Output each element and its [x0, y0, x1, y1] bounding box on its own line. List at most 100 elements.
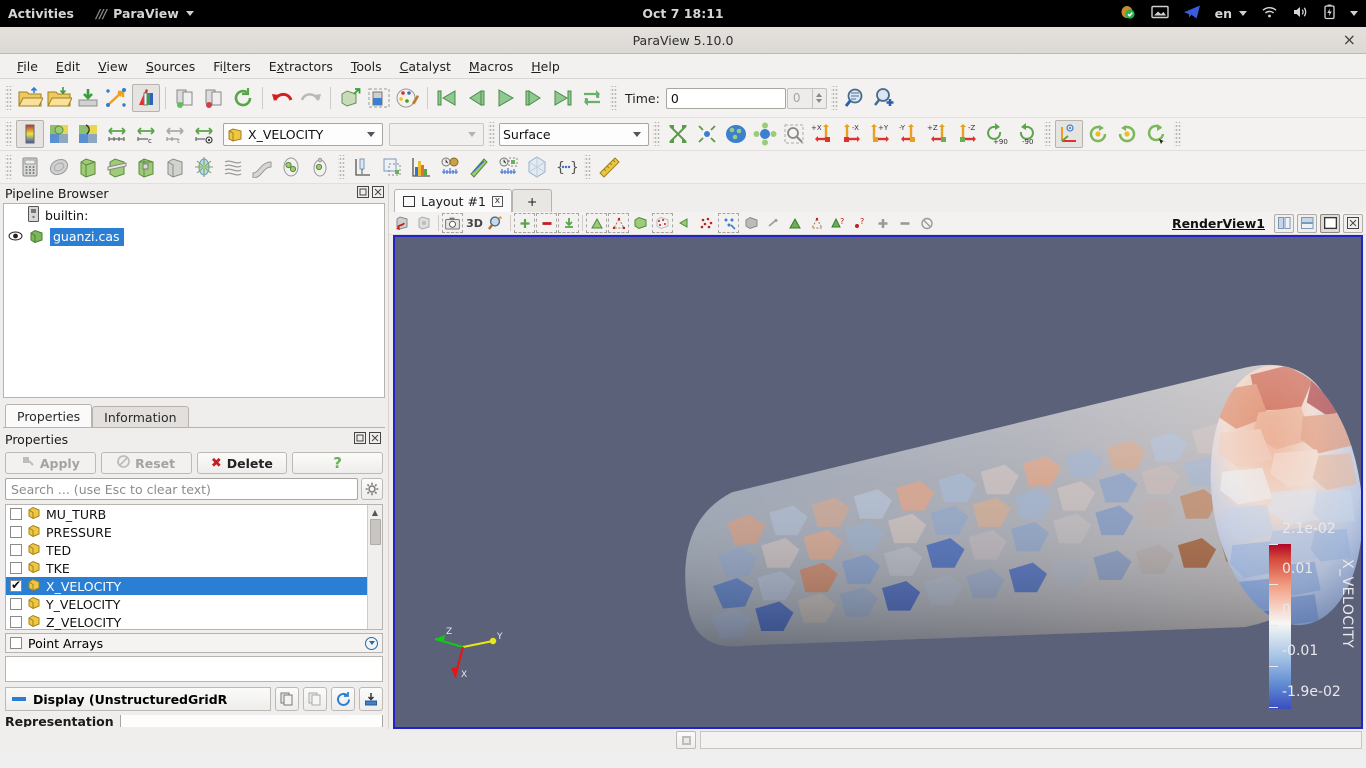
close-panel-icon[interactable] [369, 432, 381, 447]
tab-information[interactable]: Information [92, 406, 189, 427]
copy-properties-icon[interactable] [275, 687, 299, 711]
center-axes-visibility-icon[interactable] [1055, 120, 1083, 148]
frame-index-spinbox[interactable]: 0 [786, 87, 827, 109]
point-arrays-checkbox[interactable] [10, 637, 22, 649]
toggle-color-legend-icon[interactable] [16, 120, 44, 148]
capture-screenshot-region-icon[interactable] [365, 84, 393, 112]
minus-icon[interactable] [894, 213, 915, 233]
menu-file[interactable]: File [8, 56, 47, 77]
representation-combo[interactable]: Surface [499, 122, 649, 146]
restore-defaults-icon[interactable] [331, 687, 355, 711]
menu-edit[interactable]: Edit [47, 56, 89, 77]
chevron-down-icon[interactable] [1350, 11, 1358, 16]
rescale-over-time-icon[interactable]: t [161, 120, 189, 148]
save-screenshot-icon[interactable] [103, 84, 131, 112]
render-view[interactable]: Z Y X 2.1e-02 0.01 0 -0.01 -1.9e-02 X_VE… [393, 235, 1363, 729]
extract-selection-icon[interactable] [378, 153, 406, 181]
plot-data-over-time-icon[interactable] [436, 153, 464, 181]
rescale-custom-range-icon[interactable]: c [132, 120, 160, 148]
cell-array-row-x-velocity[interactable]: X_VELOCITY [6, 577, 367, 595]
toolbar-grip[interactable] [488, 122, 495, 146]
toolbar-grip[interactable] [1174, 122, 1181, 146]
zoom-to-box-icon[interactable] [486, 213, 507, 233]
interactive-zoom-icon[interactable] [740, 213, 761, 233]
cell-array-checkbox[interactable] [10, 598, 22, 610]
python-calculator-icon[interactable]: {} [552, 153, 580, 181]
menu-macros[interactable]: Macros [460, 56, 522, 77]
select-custom-icon[interactable] [762, 213, 783, 233]
first-frame-icon[interactable] [433, 84, 461, 112]
edit-color-map-icon[interactable] [45, 120, 73, 148]
edit-color-map-icon[interactable] [394, 84, 422, 112]
cell-array-checkbox[interactable] [10, 526, 22, 538]
split-horizontal-icon[interactable] [1274, 213, 1294, 233]
disconnect-server-icon[interactable] [200, 84, 228, 112]
rotate-minus-90-icon[interactable]: -90 [1012, 120, 1040, 148]
cell-array-row[interactable]: TKE [6, 559, 367, 577]
toolbar-grip[interactable] [653, 122, 660, 146]
toolbar-grip[interactable] [830, 86, 838, 110]
gradient-icon[interactable] [523, 153, 551, 181]
last-frame-icon[interactable] [549, 84, 577, 112]
representation-select[interactable] [119, 715, 383, 727]
select-cells-icon[interactable] [514, 213, 535, 233]
save-data-icon[interactable] [74, 84, 102, 112]
cell-array-checkbox[interactable] [10, 578, 22, 592]
component-combo[interactable] [389, 122, 484, 146]
scrollbar-thumb[interactable] [369, 519, 381, 545]
camera-undo-icon[interactable] [336, 84, 364, 112]
close-panel-icon[interactable] [372, 186, 384, 201]
select-blocks-icon[interactable] [558, 213, 579, 233]
clip-icon[interactable] [74, 153, 102, 181]
calculator-icon[interactable] [16, 153, 44, 181]
reset-camera-icon[interactable] [664, 120, 692, 148]
delete-button[interactable]: ✖ Delete [196, 452, 288, 474]
display-section-header[interactable]: Display (UnstructuredGridR [5, 687, 271, 711]
undock-icon[interactable] [357, 186, 369, 201]
select-points-polygon-icon[interactable] [608, 213, 629, 233]
contour-icon[interactable] [45, 153, 73, 181]
toolbar-grip[interactable] [5, 86, 12, 110]
zoom-closest-icon[interactable] [693, 120, 721, 148]
cell-array-row[interactable]: MU_TURB [6, 505, 367, 523]
shield-check-icon[interactable] [1120, 4, 1137, 24]
scroll-up-icon[interactable]: ▲ [369, 505, 382, 519]
close-view-icon[interactable] [1343, 213, 1363, 233]
ruler-icon[interactable] [595, 153, 623, 181]
color-legend-title[interactable]: X_VELOCITY [1339, 559, 1355, 709]
extract-level-icon[interactable] [306, 153, 334, 181]
toolbar-grip[interactable] [1044, 122, 1051, 146]
zoom-to-box-icon[interactable] [751, 120, 779, 148]
camera-plus-y-icon[interactable]: +Y [867, 120, 895, 148]
gear-icon[interactable] [361, 478, 383, 500]
warp-icon[interactable] [248, 153, 276, 181]
interactive-select-cells-icon[interactable] [392, 213, 413, 233]
slice-icon[interactable] [103, 153, 131, 181]
camera-minus-y-icon[interactable]: -Y [896, 120, 924, 148]
wifi-icon[interactable] [1261, 5, 1278, 22]
undock-icon[interactable] [354, 432, 366, 447]
menu-extractors[interactable]: Extractors [260, 56, 342, 77]
screenshot-icon[interactable] [1150, 5, 1169, 22]
rotate-cw-icon[interactable] [1113, 120, 1141, 148]
pick-center-icon[interactable] [806, 213, 827, 233]
point-arrays-row[interactable]: Point Arrays [5, 633, 383, 653]
tab-layout-1[interactable]: Layout #1 x [394, 189, 512, 212]
zoom-to-data-icon[interactable] [780, 120, 808, 148]
menu-sources[interactable]: Sources [137, 56, 204, 77]
help-button[interactable]: ? [292, 452, 383, 474]
reset-session-icon[interactable] [229, 84, 257, 112]
telegram-icon[interactable] [1183, 4, 1201, 23]
find-data-icon[interactable] [842, 84, 870, 112]
camera-minus-x-icon[interactable]: -X [838, 120, 866, 148]
cell-array-row[interactable]: Z_VELOCITY [6, 613, 367, 631]
time-input[interactable]: 0 [665, 87, 786, 109]
rescale-visible-icon[interactable] [190, 120, 218, 148]
interactive-select-points-icon[interactable] [414, 213, 435, 233]
add-layout-tab[interactable]: + [511, 189, 553, 212]
rotate-90-icon[interactable]: +90 [983, 120, 1011, 148]
hover-points-icon[interactable] [696, 213, 717, 233]
cell-array-checkbox[interactable] [10, 616, 22, 628]
reset-camera-closest-icon[interactable] [722, 120, 750, 148]
rescale-data-range-icon[interactable] [103, 120, 131, 148]
